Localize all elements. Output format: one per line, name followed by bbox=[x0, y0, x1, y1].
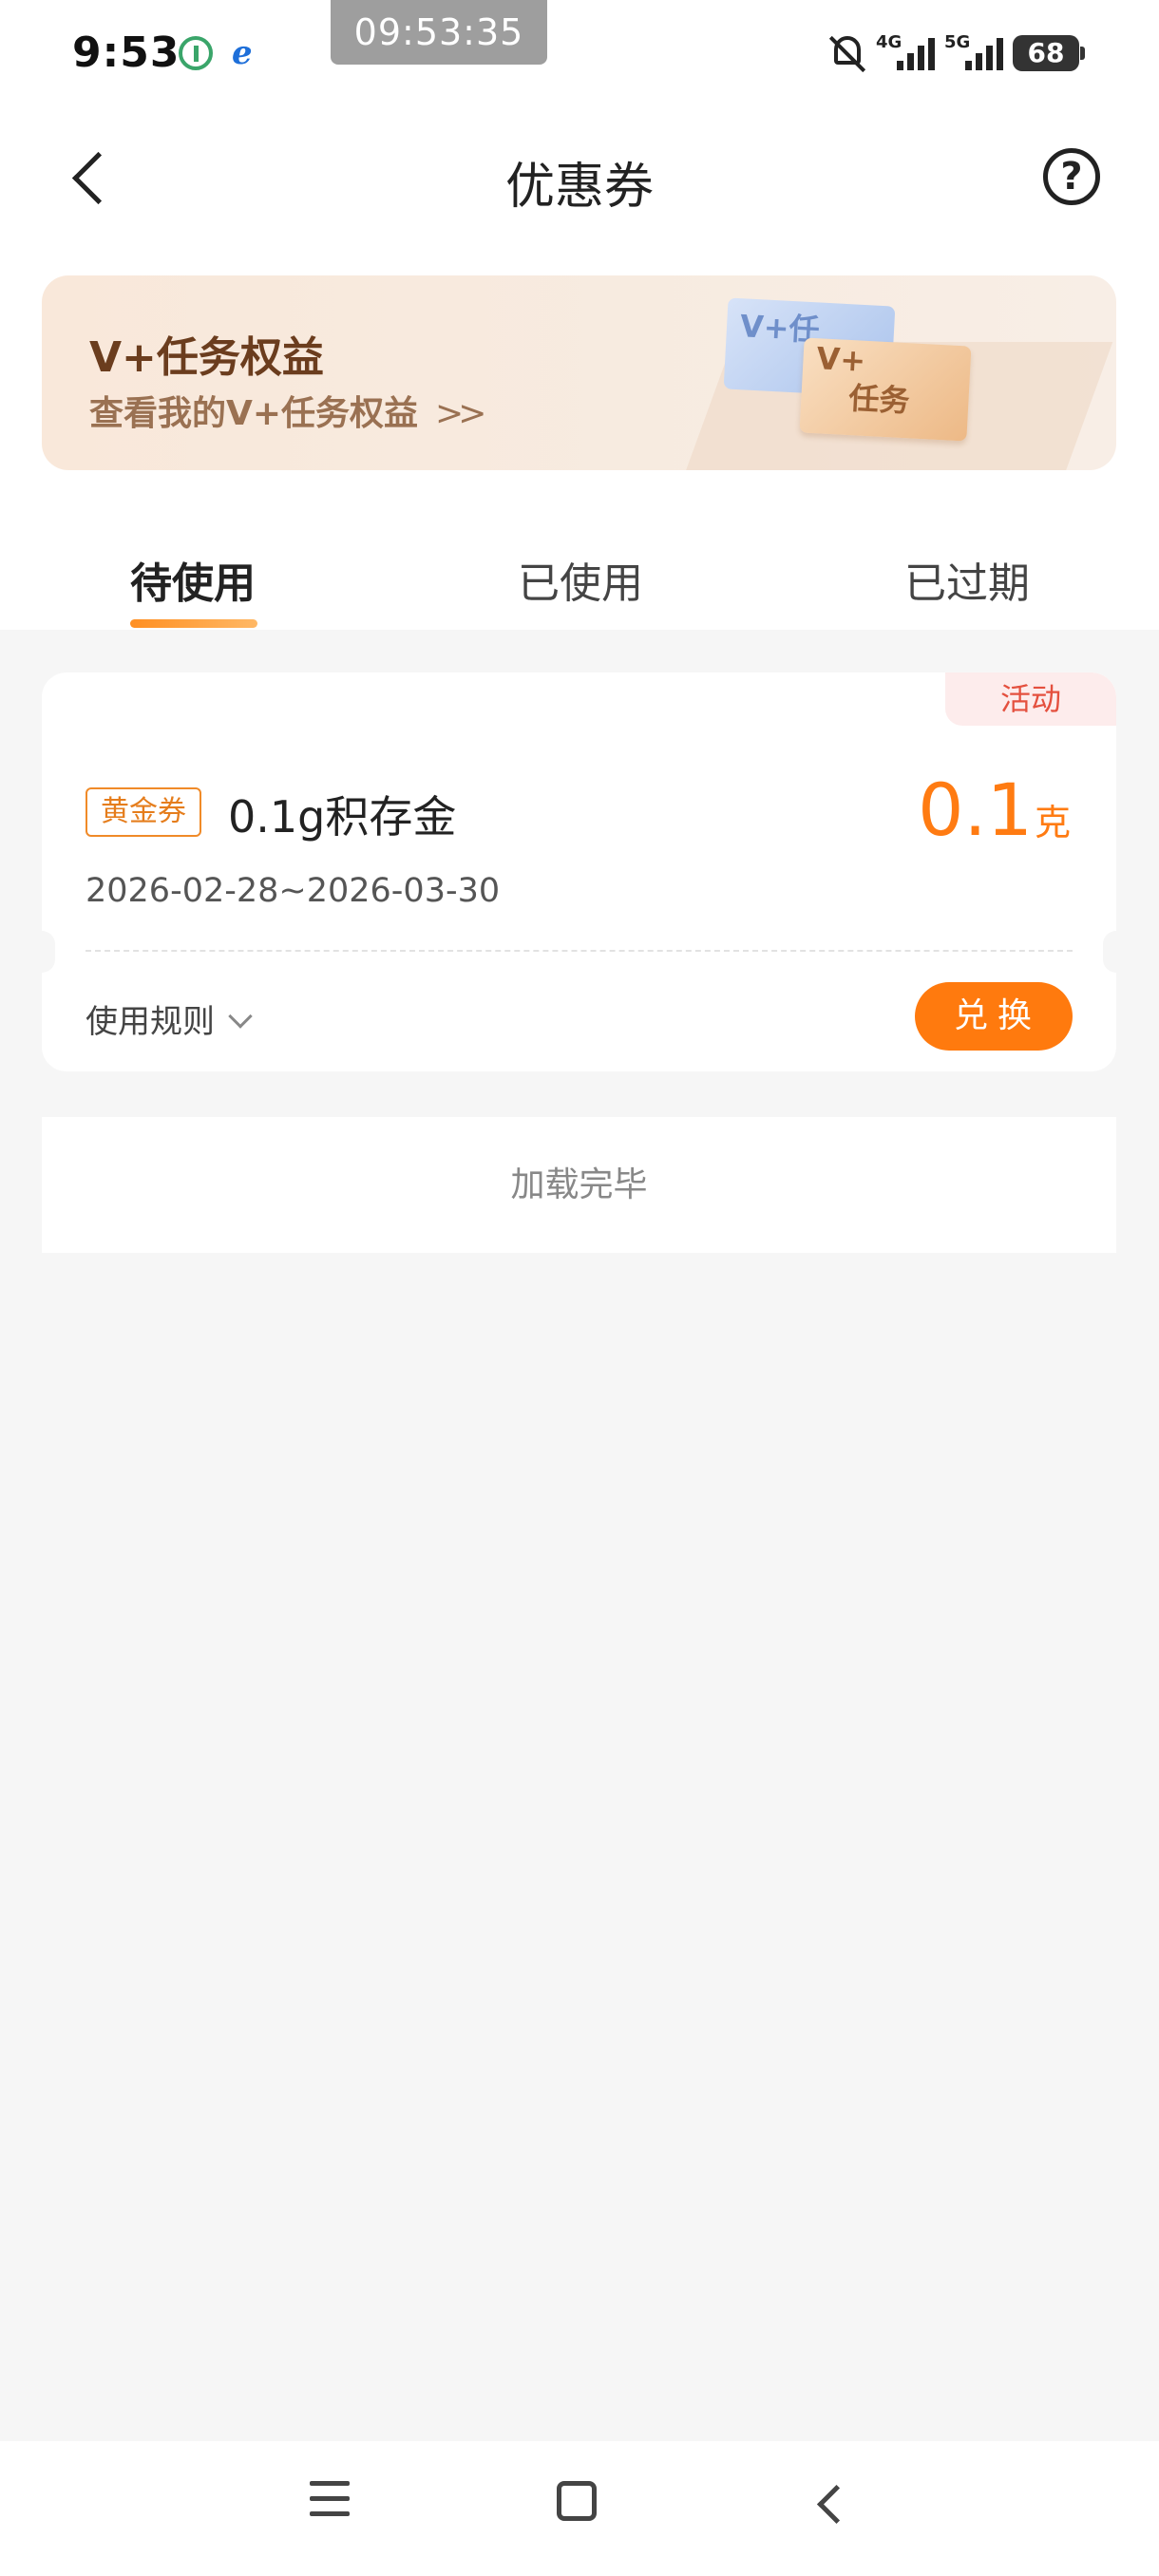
tab-used[interactable]: 已使用 bbox=[518, 549, 643, 610]
status-time: 9:53 bbox=[72, 28, 180, 77]
signal-5g-icon: 5G bbox=[944, 32, 1003, 74]
battery-icon: 68 bbox=[1013, 35, 1085, 71]
coupon-amount-unit: 克 bbox=[1034, 802, 1071, 843]
active-tab-indicator bbox=[130, 619, 257, 628]
activity-tag: 活动 bbox=[945, 672, 1116, 726]
signal-4g-icon: 4G bbox=[876, 32, 935, 74]
chevron-down-icon bbox=[228, 1004, 253, 1029]
back-icon[interactable] bbox=[811, 2483, 846, 2521]
tab-unused[interactable]: 待使用 bbox=[130, 549, 256, 610]
telecom-icon: ℯ bbox=[232, 34, 253, 72]
usage-rules-toggle[interactable]: 使用规则 bbox=[86, 995, 253, 1042]
card-label-task: 任务 bbox=[847, 380, 911, 420]
coupon-notch-left bbox=[28, 931, 55, 973]
coupon-card: 活动 黄金券 0.1g积存金 0.1克 2026-02-28~2026-03-3… bbox=[42, 672, 1116, 1071]
coupon-divider bbox=[86, 950, 1073, 952]
coupon-notch-right bbox=[1103, 931, 1130, 973]
status-bar: 9:53 ℯ 09:53:35 4G 5G 68 bbox=[0, 0, 1159, 112]
redeem-button[interactable]: 兑换 bbox=[915, 982, 1073, 1051]
usage-rules-label: 使用规则 bbox=[86, 1003, 215, 1041]
mute-bell-icon bbox=[828, 32, 866, 74]
double-chevron-right-icon: >> bbox=[435, 394, 486, 433]
overlay-clock: 09:53:35 bbox=[331, 0, 547, 65]
page-title: 优惠券 bbox=[504, 159, 654, 216]
gold-coupon-badge: 黄金券 bbox=[86, 787, 201, 837]
coupon-validity: 2026-02-28~2026-03-30 bbox=[86, 872, 501, 910]
coupon-status-tabs: 待使用 已使用 已过期 bbox=[0, 532, 1159, 630]
menu-icon[interactable] bbox=[310, 2481, 350, 2517]
list-end-text: 加载完毕 bbox=[42, 1117, 1116, 1253]
tab-expired[interactable]: 已过期 bbox=[904, 549, 1030, 610]
banner-subtitle[interactable]: 查看我的V+任务权益 >> bbox=[89, 386, 486, 435]
v-plus-task-banner[interactable]: V+任务权益 查看我的V+任务权益 >> V+任 V+ 任务 bbox=[42, 275, 1116, 470]
banner-subtitle-text: 查看我的V+任务权益 bbox=[89, 394, 419, 433]
app-notification-icon bbox=[179, 36, 213, 70]
page-header: 优惠券 ? bbox=[0, 112, 1159, 245]
question-circle-icon[interactable]: ? bbox=[1043, 148, 1100, 205]
banner-card-orange-illustration: V+ 任务 bbox=[799, 337, 972, 442]
home-icon[interactable] bbox=[557, 2481, 597, 2521]
coupon-amount: 0.1克 bbox=[918, 767, 1071, 852]
banner-title: V+任务权益 bbox=[89, 333, 324, 382]
coupon-name: 0.1g积存金 bbox=[228, 791, 457, 843]
coupon-amount-value: 0.1 bbox=[918, 767, 1033, 852]
system-nav-bar bbox=[0, 2441, 1159, 2576]
status-indicators: 4G 5G 68 bbox=[828, 27, 1085, 80]
card-label: V+ bbox=[815, 340, 867, 379]
